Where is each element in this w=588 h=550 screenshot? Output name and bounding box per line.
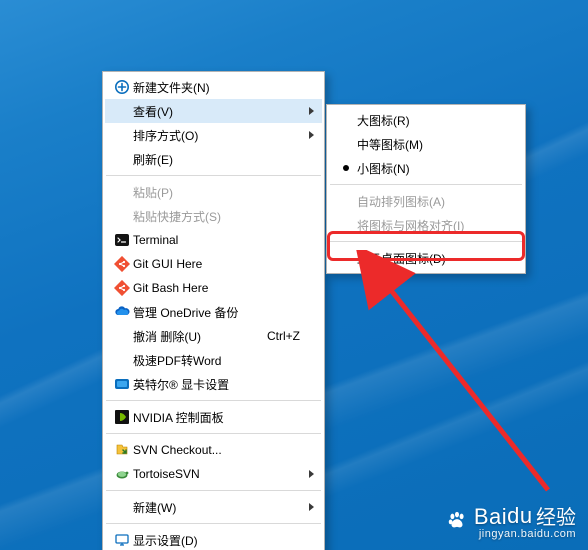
blank-icon [335,249,357,267]
blank-icon [111,498,133,516]
blank-icon [111,351,133,369]
menu-item-nvidia[interactable]: NVIDIA 控制面板 [105,405,322,429]
menu-item-sort[interactable]: 排序方式(O) [105,123,322,147]
menu-separator [106,490,321,491]
blank-icon [111,207,133,225]
menu-item-label: 自动排列图标(A) [357,193,501,210]
menu-item-terminal[interactable]: Terminal [105,228,322,252]
menu-item-label: SVN Checkout... [133,443,300,457]
menu-item-label: 粘贴(P) [133,184,300,201]
svn-checkout-icon [111,441,133,459]
menu-separator [106,433,321,434]
menu-item-new-folder[interactable]: 新建文件夹(N) [105,75,322,99]
terminal-icon [111,231,133,249]
menu-item-view[interactable]: 查看(V) [105,99,322,123]
menu-item-label: 显示设置(D) [133,532,300,549]
submenu-item-show-desktop-icons[interactable]: 显示桌面图标(D) [329,246,523,270]
blank-icon [111,150,133,168]
menu-item-label: 大图标(R) [357,112,501,129]
menu-item-paste-shortcut: 粘贴快捷方式(S) [105,204,322,228]
menu-separator [330,184,522,185]
menu-item-label: TortoiseSVN [133,467,300,481]
menu-item-tortoisesvn[interactable]: TortoiseSVN [105,462,322,486]
desktop-context-menu: 新建文件夹(N) 查看(V) 排序方式(O) 刷新(E) 粘贴(P) 粘贴快捷方… [102,71,325,550]
blank-icon [111,183,133,201]
menu-separator [106,400,321,401]
menu-separator [330,241,522,242]
watermark: Baidu 经验 jingyan.baidu.com [446,501,576,540]
submenu-item-large-icons[interactable]: 大图标(R) [329,108,523,132]
blank-icon [335,216,357,234]
menu-item-pdf2word[interactable]: 极速PDF转Word [105,348,322,372]
submenu-item-auto-arrange: 自动排列图标(A) [329,189,523,213]
menu-item-undo-delete[interactable]: 撤消 删除(U) Ctrl+Z [105,324,322,348]
blank-icon [335,135,357,153]
nvidia-icon [111,408,133,426]
submenu-arrow-icon [309,503,314,511]
baidu-paw-icon [446,510,468,532]
menu-item-label: NVIDIA 控制面板 [133,409,300,426]
tortoise-icon [111,465,133,483]
onedrive-icon [111,303,133,321]
menu-item-label: Git Bash Here [133,281,300,295]
blank-icon [335,192,357,210]
intel-icon [111,375,133,393]
menu-item-display-settings[interactable]: 显示设置(D) [105,528,322,550]
display-icon [111,531,133,549]
watermark-brand-cn: 经验 [536,507,576,529]
menu-item-label: 新建文件夹(N) [133,79,300,96]
menu-item-refresh[interactable]: 刷新(E) [105,147,322,171]
git-icon [111,255,133,273]
submenu-arrow-icon [309,107,314,115]
menu-item-label: 显示桌面图标(D) [357,250,501,267]
menu-item-label: 极速PDF转Word [133,352,300,369]
watermark-brand-du: du [507,503,532,528]
radio-selected-icon [335,159,357,177]
menu-item-label: 小图标(N) [357,160,501,177]
menu-item-intel-graphics[interactable]: 英特尔® 显卡设置 [105,372,322,396]
submenu-arrow-icon [309,470,314,478]
menu-item-label: 中等图标(M) [357,136,501,153]
submenu-arrow-icon [309,131,314,139]
blank-icon [111,126,133,144]
menu-item-label: 查看(V) [133,103,300,120]
menu-item-label: 刷新(E) [133,151,300,168]
watermark-brand-en: Bai [474,504,507,529]
menu-item-label: Terminal [133,233,300,247]
menu-item-git-bash[interactable]: Git Bash Here [105,276,322,300]
menu-item-label: 英特尔® 显卡设置 [133,376,300,393]
menu-item-label: 粘贴快捷方式(S) [133,208,300,225]
menu-item-paste: 粘贴(P) [105,180,322,204]
watermark-url: jingyan.baidu.com [474,528,576,540]
submenu-item-medium-icons[interactable]: 中等图标(M) [329,132,523,156]
git-icon [111,279,133,297]
blank-icon [111,327,133,345]
menu-item-label: Git GUI Here [133,257,300,271]
menu-shortcut: Ctrl+Z [255,329,300,343]
submenu-item-small-icons[interactable]: 小图标(N) [329,156,523,180]
menu-item-label: 将图标与网格对齐(I) [357,217,501,234]
menu-item-label: 撤消 删除(U) [133,328,255,345]
menu-separator [106,175,321,176]
blank-icon [111,102,133,120]
menu-item-svn-checkout[interactable]: SVN Checkout... [105,438,322,462]
new-folder-icon [111,78,133,96]
menu-separator [106,523,321,524]
menu-item-git-gui[interactable]: Git GUI Here [105,252,322,276]
menu-item-label: 排序方式(O) [133,127,300,144]
blank-icon [335,111,357,129]
menu-item-onedrive[interactable]: 管理 OneDrive 备份 [105,300,322,324]
view-submenu: 大图标(R) 中等图标(M) 小图标(N) 自动排列图标(A) 将图标与网格对齐… [326,104,526,274]
submenu-item-align-grid: 将图标与网格对齐(I) [329,213,523,237]
menu-item-label: 新建(W) [133,499,300,516]
menu-item-label: 管理 OneDrive 备份 [133,304,300,321]
menu-item-new[interactable]: 新建(W) [105,495,322,519]
